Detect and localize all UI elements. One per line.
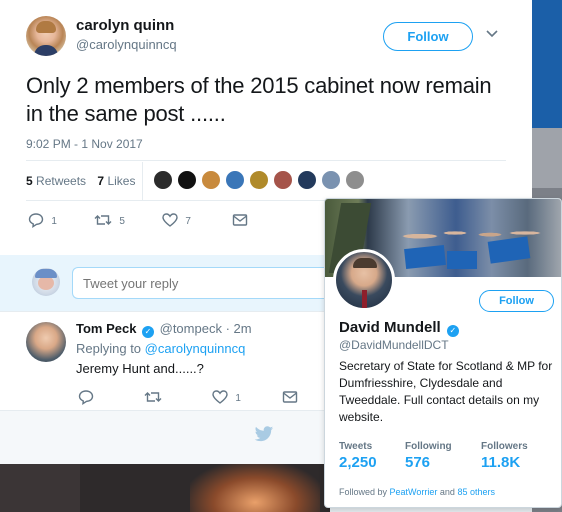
reply-icon xyxy=(28,213,44,228)
retweet-action[interactable] xyxy=(144,389,162,405)
twitter-bird-icon xyxy=(254,426,274,448)
followed-by: Followed by PeatWorrier and 85 others xyxy=(339,487,495,497)
stat-value-tweets[interactable]: 2,250 xyxy=(339,454,377,471)
author-name[interactable]: carolyn quinn xyxy=(76,17,174,34)
chevron-down-icon[interactable] xyxy=(486,26,498,41)
reply-author-name[interactable]: Tom Peck xyxy=(76,321,136,336)
profile-name-text[interactable]: David Mundell xyxy=(339,319,441,336)
avatar[interactable] xyxy=(333,249,395,311)
avatar[interactable] xyxy=(26,16,66,56)
retweets-count[interactable]: 5 xyxy=(26,174,33,188)
like-action[interactable]: 1 xyxy=(212,389,241,405)
reply-author-meta: ✓ @tompeck · 2m xyxy=(140,321,252,338)
tweet-timestamp[interactable]: 9:02 PM - 1 Nov 2017 xyxy=(26,137,143,151)
stat-value-followers[interactable]: 11.8K xyxy=(481,454,520,471)
liker-avatar[interactable] xyxy=(321,170,341,190)
liker-avatar[interactable] xyxy=(177,170,197,190)
follow-button[interactable]: Follow xyxy=(383,22,473,51)
reply-time[interactable]: · 2m xyxy=(226,321,252,336)
message-action[interactable] xyxy=(232,212,248,228)
followed-by-others-link[interactable]: 85 others xyxy=(457,487,495,497)
like-count: 1 xyxy=(235,393,241,404)
like-action[interactable]: 7 xyxy=(162,212,191,228)
divider xyxy=(26,160,506,161)
tweet-text: Only 2 members of the 2015 cabinet now r… xyxy=(26,73,492,126)
message-icon xyxy=(282,391,298,403)
followed-by-and: and xyxy=(439,487,455,497)
like-count: 7 xyxy=(185,216,191,227)
message-icon xyxy=(232,214,248,226)
avatar[interactable] xyxy=(26,322,66,362)
liker-avatar[interactable] xyxy=(273,170,293,190)
profile-name[interactable]: David Mundell ✓ xyxy=(339,319,461,337)
stat-label-tweets[interactable]: Tweets xyxy=(339,441,372,452)
reply-action[interactable] xyxy=(78,389,94,405)
profile-hover-card: Follow David Mundell ✓ @DavidMundellDCT … xyxy=(324,198,562,508)
liker-avatar[interactable] xyxy=(297,170,317,190)
likes-label[interactable]: Likes xyxy=(107,174,135,188)
liker-avatar[interactable] xyxy=(249,170,269,190)
profile-bio: Secretary of State for Scotland & MP for… xyxy=(339,359,553,424)
likes-count[interactable]: 7 xyxy=(97,174,104,188)
follow-button[interactable]: Follow xyxy=(479,290,554,312)
verified-icon: ✓ xyxy=(446,325,459,337)
reply-input[interactable] xyxy=(72,267,334,299)
stat-label-following[interactable]: Following xyxy=(405,441,452,452)
stat-value-following[interactable]: 576 xyxy=(405,454,430,471)
liker-avatar[interactable] xyxy=(225,170,245,190)
background-photo-bottom xyxy=(0,464,330,512)
tweet-stats: 5 Retweets 7 Likes xyxy=(26,174,135,188)
retweets-label[interactable]: Retweets xyxy=(36,174,86,188)
retweet-count: 5 xyxy=(119,216,125,227)
stat-label-followers[interactable]: Followers xyxy=(481,441,528,452)
reply-count: 1 xyxy=(51,216,57,227)
retweet-action[interactable]: 5 xyxy=(94,212,125,228)
reply-text: Jeremy Hunt and......? xyxy=(76,361,204,376)
replying-to-link[interactable]: @carolynquinncq xyxy=(145,341,246,356)
verified-icon: ✓ xyxy=(142,326,154,338)
heart-icon xyxy=(162,213,178,227)
followed-by-prefix: Followed by xyxy=(339,487,388,497)
retweet-icon xyxy=(144,392,162,402)
liker-avatar[interactable] xyxy=(345,170,365,190)
heart-icon xyxy=(212,390,228,404)
liker-avatar[interactable] xyxy=(201,170,221,190)
message-action[interactable] xyxy=(282,389,298,405)
avatar xyxy=(32,268,60,296)
divider xyxy=(142,162,143,200)
author-handle[interactable]: @carolynquinncq xyxy=(76,37,177,52)
reply-icon xyxy=(78,390,94,405)
followed-by-user-link[interactable]: PeatWorrier xyxy=(390,487,438,497)
liker-avatar[interactable] xyxy=(153,170,173,190)
retweet-icon xyxy=(94,215,112,225)
replying-prefix: Replying to xyxy=(76,341,142,356)
replying-to: Replying to @carolynquinncq xyxy=(76,341,245,356)
reply-action[interactable]: 1 xyxy=(28,212,57,228)
profile-handle[interactable]: @DavidMundellDCT xyxy=(339,338,449,352)
reply-author-handle[interactable]: @tompeck xyxy=(160,321,222,336)
